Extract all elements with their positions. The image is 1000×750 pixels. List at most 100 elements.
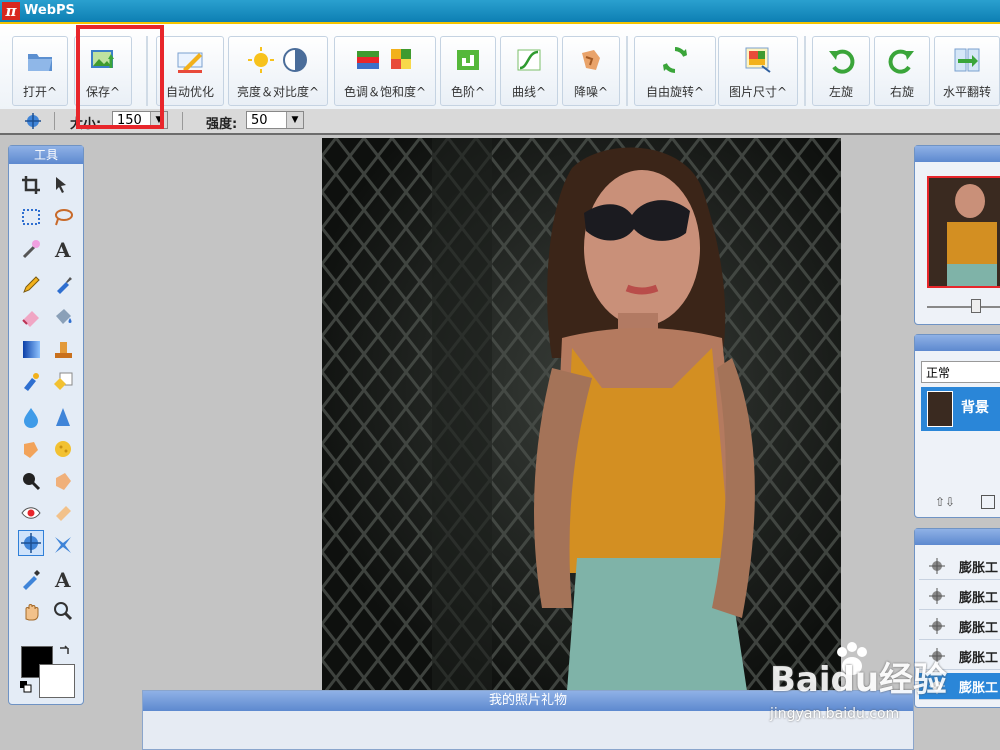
auto-enhance-button[interactable]: 自动优化 — [156, 36, 224, 106]
denoise-icon — [582, 50, 600, 70]
app-logo-icon: π — [2, 2, 20, 20]
burn-tool[interactable] — [18, 468, 44, 494]
magic-wand-tool[interactable] — [18, 236, 44, 262]
blend-mode-value: 正常 — [926, 366, 951, 380]
pucker-tool[interactable] — [50, 532, 76, 558]
text-tool-2[interactable]: A — [50, 566, 76, 592]
svg-text:A: A — [54, 238, 71, 260]
magic-wand-icon — [22, 240, 40, 259]
rect-select-icon — [22, 209, 40, 225]
layer-mask-icon[interactable] — [981, 495, 995, 509]
watermark: Baidu经验 jingyan.baidu.com — [770, 640, 1000, 730]
dodge-icon — [24, 442, 38, 458]
denoise-button[interactable]: 降噪^ — [562, 36, 620, 106]
toolbar-separator — [804, 36, 806, 106]
history-item[interactable]: 膨胀工 — [919, 583, 1000, 610]
dodge-tool[interactable] — [18, 436, 44, 462]
brush-icon — [57, 277, 72, 294]
layer-name: 背景 — [961, 400, 989, 416]
zoom-tool[interactable] — [50, 598, 76, 624]
blur-tool[interactable] — [18, 404, 44, 430]
eraser-tool[interactable] — [18, 304, 44, 330]
rotate-right-label: 右旋 — [889, 85, 914, 99]
chevron-down-icon[interactable]: ▼ — [286, 112, 303, 128]
blend-mode-select[interactable]: 正常 — [921, 361, 1000, 383]
paint-bucket-tool[interactable] — [50, 304, 76, 330]
free-rotate-button[interactable]: 自由旋转^ — [634, 36, 716, 106]
tools-panel: 工具 A A — [8, 145, 84, 705]
layer-thumbnail — [927, 391, 953, 427]
navigator-thumbnail[interactable] — [927, 176, 1000, 288]
history-label: 膨胀工 — [959, 621, 999, 636]
image-size-label: 图片尺寸^ — [728, 85, 788, 99]
stamp-tool[interactable] — [50, 336, 76, 362]
thumbnail-skirt — [947, 264, 997, 286]
pencil-icon — [23, 276, 40, 293]
patch-tool[interactable] — [50, 468, 76, 494]
gradient-tool[interactable] — [18, 336, 44, 362]
hue-saturation-icon — [357, 51, 379, 69]
toolbar-separator — [626, 36, 628, 106]
crop-tool[interactable] — [18, 172, 44, 198]
sharpen-tool[interactable] — [50, 404, 76, 430]
curves-button[interactable]: 曲线^ — [500, 36, 558, 106]
pencil-tool[interactable] — [18, 272, 44, 298]
strength-select[interactable]: 50 ▼ — [246, 111, 304, 129]
history-label: 膨胀工 — [959, 561, 999, 576]
text-a-icon: A — [54, 568, 71, 590]
text-tool[interactable]: A — [50, 236, 76, 262]
gradient-icon — [23, 341, 40, 358]
rotate-left-button[interactable]: 左旋 — [812, 36, 870, 106]
bandage-tool[interactable] — [50, 500, 76, 526]
magnifier-icon — [54, 602, 73, 621]
history-header — [915, 529, 1000, 545]
image-canvas[interactable] — [322, 138, 841, 691]
tools-panel-title: 工具 — [9, 146, 83, 164]
hand-tool[interactable] — [18, 598, 44, 624]
strength-value: 50 — [251, 113, 268, 128]
warp-tool[interactable] — [18, 530, 44, 556]
red-eye-icon — [21, 507, 41, 519]
history-item[interactable]: 膨胀工 — [919, 613, 1000, 640]
marquee-tool[interactable] — [18, 204, 44, 230]
open-button[interactable]: 打开^ — [12, 36, 68, 106]
shape-icon — [54, 372, 73, 390]
rotate-left-icon — [829, 49, 855, 74]
levels-icon — [457, 50, 479, 70]
hue-saturation-label: 色调＆饱和度^ — [343, 85, 427, 99]
contrast-icon — [283, 48, 307, 72]
zoom-slider-track[interactable] — [927, 306, 1000, 308]
levels-button[interactable]: 色阶^ — [440, 36, 496, 106]
photo-image — [322, 138, 841, 691]
move-tool[interactable] — [50, 172, 76, 198]
default-colors-icon[interactable] — [19, 680, 33, 694]
brush-tool[interactable] — [50, 272, 76, 298]
free-rotate-icon — [663, 47, 687, 73]
history-label: 膨胀工 — [959, 591, 999, 606]
curves-label: 曲线^ — [511, 85, 547, 99]
rotate-right-button[interactable]: 右旋 — [874, 36, 930, 106]
shape-tool[interactable] — [50, 368, 76, 394]
app-title: WebPS — [24, 3, 75, 18]
text-a-icon: A — [54, 238, 71, 260]
eyedropper-tool[interactable] — [18, 566, 44, 592]
lasso-tool[interactable] — [50, 204, 76, 230]
color-palette-icon — [391, 49, 411, 69]
red-eye-tool[interactable] — [18, 500, 44, 526]
flip-horizontal-button[interactable]: 水平翻转 — [934, 36, 1000, 106]
hue-saturation-button[interactable]: 色调＆饱和度^ — [334, 36, 436, 106]
brightness-contrast-button[interactable]: 亮度＆对比度^ — [228, 36, 328, 106]
patch-icon — [56, 473, 71, 490]
background-color-swatch[interactable] — [39, 664, 75, 698]
layer-up-down-icon[interactable]: ⇧⇩ — [935, 495, 955, 509]
image-size-icon — [745, 47, 771, 73]
sponge-tool[interactable] — [50, 436, 76, 462]
thumbnail-top — [947, 222, 997, 266]
layer-item-background[interactable]: 背景 — [921, 387, 1000, 431]
smudge-tool[interactable] — [18, 368, 44, 394]
zoom-slider-thumb[interactable] — [971, 299, 981, 313]
lasso-icon — [55, 209, 73, 226]
image-size-button[interactable]: 图片尺寸^ — [718, 36, 798, 106]
history-item[interactable]: 膨胀工 — [919, 553, 1000, 580]
swap-colors-icon[interactable] — [57, 644, 71, 658]
